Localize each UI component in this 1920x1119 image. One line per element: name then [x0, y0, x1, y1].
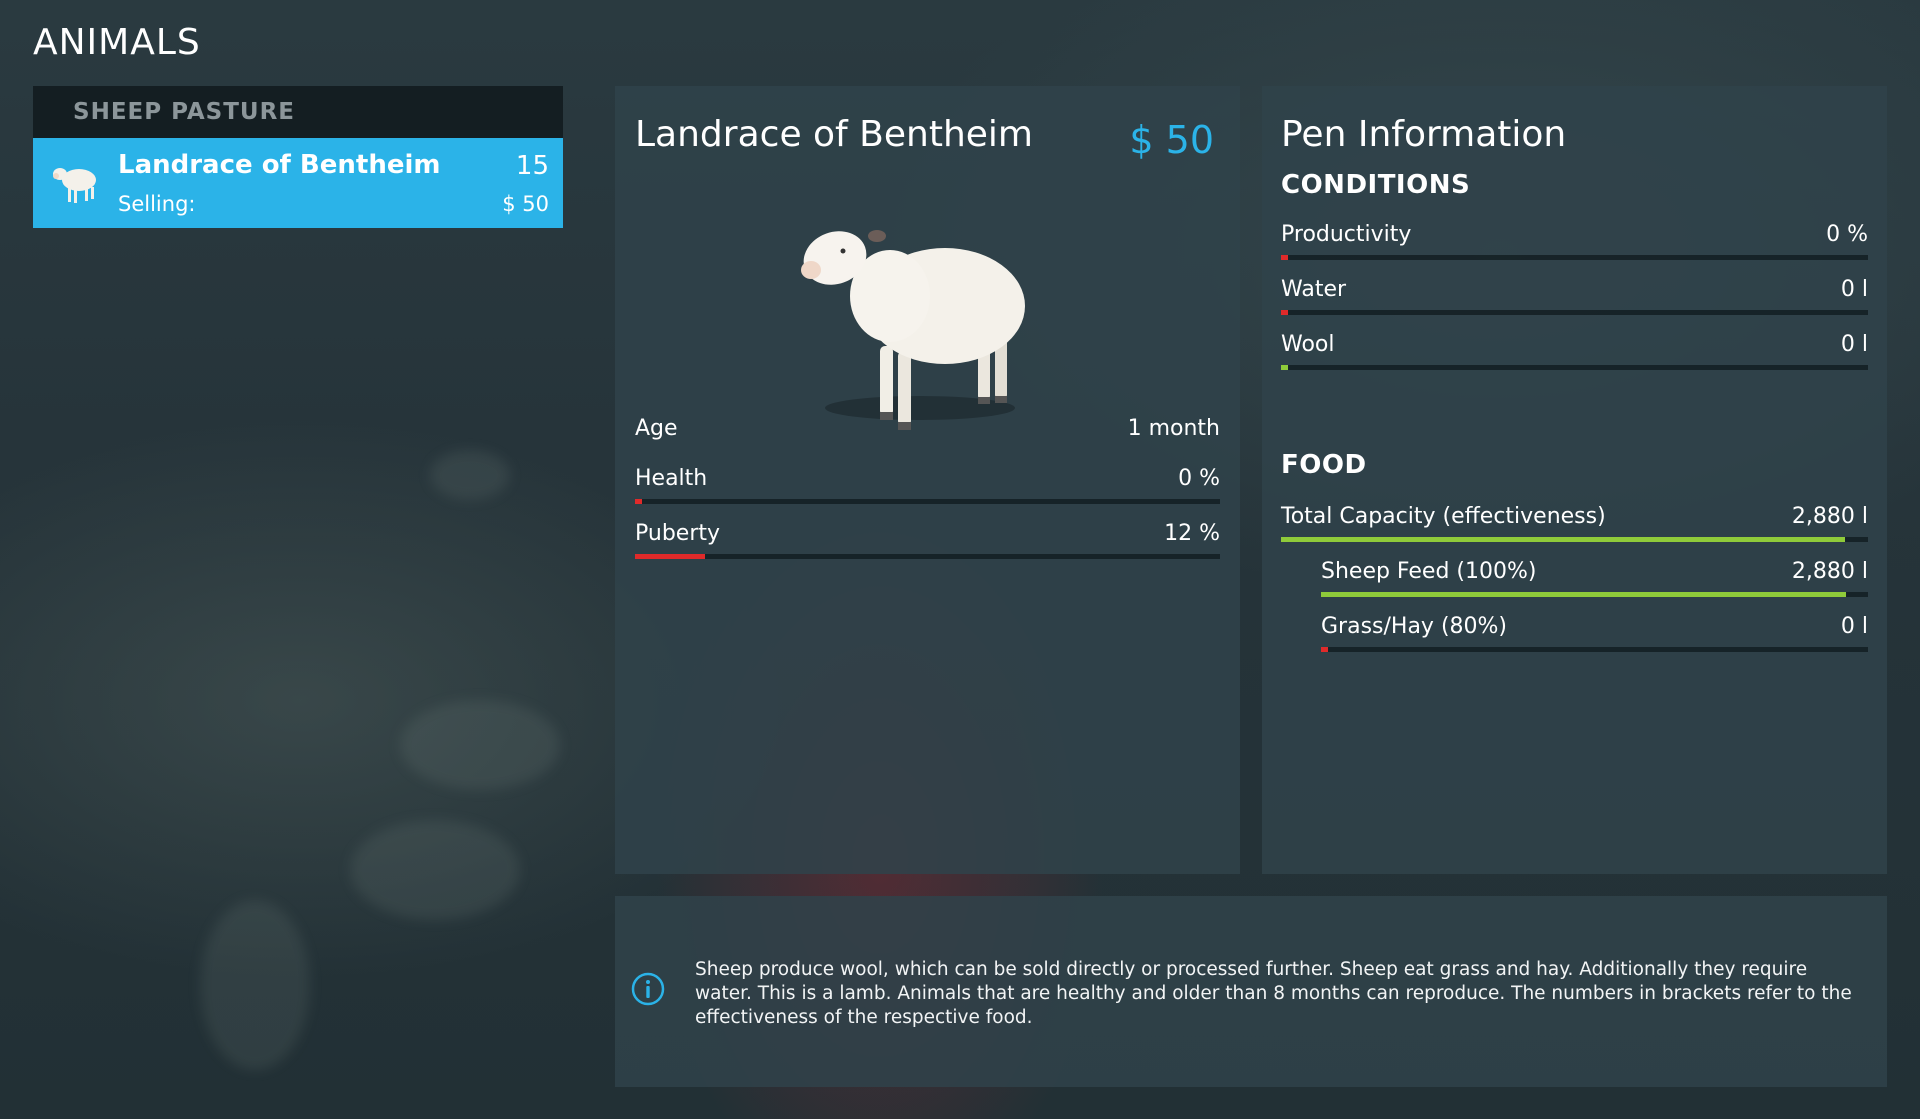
stat-label: Productivity: [1281, 222, 1412, 247]
stat-puberty: Puberty 12 %: [635, 521, 1220, 561]
stat-label: Total Capacity (effectiveness): [1281, 504, 1606, 529]
water-bar: [1281, 310, 1868, 315]
total-capacity-bar: [1281, 537, 1868, 542]
water-bar-fill: [1281, 310, 1288, 315]
list-item-selling-value: $ 50: [502, 192, 549, 216]
list-item-selling-label: Selling:: [118, 192, 196, 216]
productivity-bar: [1281, 255, 1868, 260]
info-panel: Sheep produce wool, which can be sold di…: [615, 896, 1887, 1087]
background-decoration: [350, 820, 520, 920]
stat-label: Grass/Hay (80%): [1321, 614, 1508, 639]
productivity-bar-fill: [1281, 255, 1288, 260]
list-header-sheep-pasture: SHEEP PASTURE: [33, 86, 563, 138]
stat-label: Sheep Feed (100%): [1321, 559, 1537, 584]
stat-value: 0 l: [1840, 614, 1868, 639]
stat-label: Age: [635, 416, 678, 441]
background-decoration: [200, 900, 310, 1070]
stat-label: Health: [635, 466, 708, 491]
list-item-landrace-of-bentheim[interactable]: Landrace of Bentheim 15 Selling: $ 50: [33, 138, 563, 228]
condition-water: Water 0 l: [1281, 277, 1868, 317]
page-title: ANIMALS: [33, 22, 201, 63]
pen-title: Pen Information: [1281, 114, 1567, 155]
stat-age: Age 1 month: [635, 416, 1220, 456]
background-decoration: [430, 450, 510, 500]
stat-value: 0 %: [1178, 466, 1220, 491]
food-grass-hay: Grass/Hay (80%) 0 l: [1321, 614, 1868, 654]
stat-label: Wool: [1281, 332, 1335, 357]
stat-value: 0 l: [1840, 277, 1868, 302]
condition-productivity: Productivity 0 %: [1281, 222, 1868, 262]
health-bar-fill: [635, 499, 642, 504]
food-sheep-feed: Sheep Feed (100%) 2,880 l: [1321, 559, 1868, 599]
pen-information-panel: Pen Information CONDITIONS Productivity …: [1262, 86, 1887, 874]
stat-health: Health 0 %: [635, 466, 1220, 506]
sheep-icon: [53, 168, 96, 203]
animal-list: SHEEP PASTURE Landrace of Bentheim 15 Se…: [33, 86, 563, 228]
stat-value: 1 month: [1127, 416, 1220, 441]
sheep-feed-bar-fill: [1321, 592, 1847, 597]
animal-name-title: Landrace of Bentheim: [635, 114, 1033, 155]
stat-label: Puberty: [635, 521, 721, 546]
info-icon: [631, 972, 665, 1006]
sheep-feed-bar: [1321, 592, 1868, 597]
stat-value: 2,880 l: [1791, 504, 1868, 529]
wool-bar-fill: [1281, 365, 1288, 370]
animal-price: $ 50: [1129, 118, 1214, 162]
food-total-capacity: Total Capacity (effectiveness) 2,880 l: [1281, 504, 1868, 544]
grass-hay-bar-fill: [1321, 647, 1328, 652]
stat-label: Water: [1281, 277, 1347, 302]
total-capacity-bar-fill: [1281, 537, 1845, 542]
list-item-name: Landrace of Bentheim: [118, 150, 441, 180]
health-bar: [635, 499, 1220, 504]
grass-hay-bar: [1321, 647, 1868, 652]
sheep-image: [801, 230, 1025, 430]
puberty-bar: [635, 554, 1220, 559]
stat-value: 0 l: [1840, 332, 1868, 357]
wool-bar: [1281, 365, 1868, 370]
food-heading: FOOD: [1281, 450, 1367, 480]
puberty-bar-fill: [635, 554, 706, 559]
condition-wool: Wool 0 l: [1281, 332, 1868, 372]
stat-value: 0 %: [1826, 222, 1868, 247]
stat-value: 2,880 l: [1791, 559, 1868, 584]
animal-details-panel: Landrace of Bentheim $ 50 Age 1 month He…: [615, 86, 1240, 874]
stat-value: 12 %: [1164, 521, 1220, 546]
conditions-heading: CONDITIONS: [1281, 170, 1471, 200]
background-decoration: [400, 700, 560, 790]
info-text: Sheep produce wool, which can be sold di…: [695, 959, 1852, 1028]
list-item-count: 15: [515, 151, 549, 181]
